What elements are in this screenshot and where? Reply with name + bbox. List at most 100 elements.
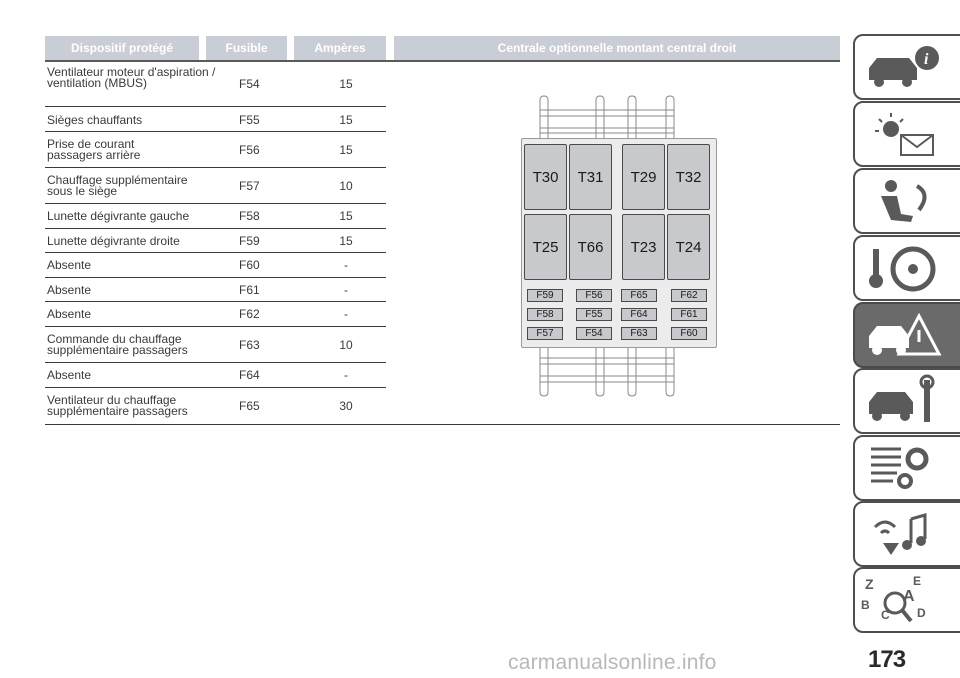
fuse-cell: F58 <box>239 209 260 223</box>
tab-multimedia[interactable] <box>853 501 960 567</box>
table-bottom-rule <box>45 424 840 425</box>
row-divider <box>45 252 386 253</box>
device-cell: Sièges chauffants <box>47 113 143 127</box>
car-info-icon: i <box>869 46 939 87</box>
relay-label: T24 <box>675 238 702 256</box>
warning-lights-icon <box>875 113 934 156</box>
fuse-cell: F60 <box>239 258 260 272</box>
fuse-cell: F57 <box>239 179 260 193</box>
car-maintenance-icon <box>869 374 935 422</box>
header-panel-text: Centrale optionnelle montant central dro… <box>497 41 737 55</box>
tab-seat-airbag[interactable] <box>853 168 960 234</box>
relay-t23: T23 <box>622 214 665 280</box>
fuse-f57: F57 <box>527 327 563 340</box>
amps-cell: - <box>344 307 348 321</box>
fuse-cell: F61 <box>239 283 260 297</box>
relay-t32: T32 <box>667 144 710 210</box>
relay-label: T29 <box>630 168 657 186</box>
relay-t66: T66 <box>569 214 612 280</box>
fuse-cell: F54 <box>239 77 260 91</box>
header-device-text: Dispositif protégé <box>70 41 173 55</box>
relay-label: T25 <box>532 238 559 256</box>
tab-breakdown[interactable] <box>853 302 960 368</box>
seat-airbag-icon <box>881 180 927 222</box>
fuse-cell: F55 <box>239 113 260 127</box>
relay-label: T66 <box>577 238 604 256</box>
fuse-cell: F63 <box>239 338 260 352</box>
row-divider <box>45 326 386 327</box>
device-cell: Commande du chauffage supplémentaire pas… <box>47 332 188 357</box>
row-divider <box>45 228 386 229</box>
page-number: 173 <box>868 646 906 673</box>
row-divider <box>45 387 386 388</box>
tab-steering-key[interactable] <box>853 235 960 301</box>
amps-cell: 10 <box>339 179 353 193</box>
fuse-f60: F60 <box>671 327 707 340</box>
tab-warning-lights[interactable] <box>853 101 960 167</box>
amps-cell: 10 <box>339 338 353 352</box>
row-divider <box>45 362 386 363</box>
fuse-box-diagram: T30 T31 T29 T32 T25 T66 T23 T24 F59 F56 … <box>500 92 730 402</box>
header-amperes: Ampères <box>294 36 386 60</box>
watermark: carmanualsonline.info <box>508 651 717 674</box>
amps-cell: 15 <box>339 77 353 91</box>
row-divider <box>45 203 386 204</box>
device-cell: Lunette dégivrante droite <box>47 234 180 248</box>
relay-t29: T29 <box>622 144 665 210</box>
row-divider <box>45 301 386 302</box>
relay-t30: T30 <box>524 144 567 210</box>
header-rule <box>45 60 840 62</box>
fuse-f61: F61 <box>671 308 707 321</box>
device-cell: Prise de courant passagers arrière <box>47 137 141 162</box>
svg-text:D: D <box>917 606 926 620</box>
fuse-cell: F65 <box>239 399 260 413</box>
fuse-cell: F56 <box>239 143 260 157</box>
relay-label: T30 <box>532 168 559 186</box>
amps-cell: 30 <box>339 399 353 413</box>
device-cell: Ventilateur du chauffage supplémentaire … <box>47 393 188 418</box>
svg-text:Z: Z <box>865 576 874 592</box>
fuse-f65: F65 <box>621 289 657 302</box>
fuse-cell: F62 <box>239 307 260 321</box>
amps-cell: - <box>344 283 348 297</box>
fuse-f59: F59 <box>527 289 563 302</box>
row-divider <box>45 106 386 107</box>
fuse-f54: F54 <box>576 327 612 340</box>
car-breakdown-icon <box>869 312 942 356</box>
fuse-f64: F64 <box>621 308 657 321</box>
steering-key-icon <box>869 246 936 292</box>
tab-car-info[interactable]: i <box>853 34 960 100</box>
fuse-f55: F55 <box>576 308 612 321</box>
svg-text:E: E <box>913 574 921 588</box>
amps-cell: 15 <box>339 209 353 223</box>
alphabetical-index-icon: Z E B A D C <box>861 574 926 623</box>
amps-cell: 15 <box>339 234 353 248</box>
row-divider <box>45 167 386 168</box>
fuse-f63: F63 <box>621 327 657 340</box>
header-panel: Centrale optionnelle montant central dro… <box>394 36 840 60</box>
amps-cell: 15 <box>339 113 353 127</box>
relay-label: T32 <box>675 168 702 186</box>
device-cell: Absente <box>47 283 92 297</box>
tab-specifications[interactable] <box>853 435 960 501</box>
device-cell: Absente <box>47 307 92 321</box>
svg-text:i: i <box>924 51 929 68</box>
row-divider <box>45 131 386 132</box>
tab-maintenance[interactable] <box>853 368 960 434</box>
row-divider <box>45 277 386 278</box>
header-device: Dispositif protégé <box>45 36 199 60</box>
amps-cell: - <box>344 258 348 272</box>
svg-text:B: B <box>861 598 870 612</box>
fuse-f62: F62 <box>671 289 707 302</box>
tab-alphabetical-index[interactable]: Z E B A D C <box>853 567 960 633</box>
relay-t31: T31 <box>569 144 612 210</box>
fuse-cell: F59 <box>239 234 260 248</box>
header-fuse-text: Fusible <box>225 41 268 55</box>
device-cell: Absente <box>47 258 92 272</box>
device-cell: Ventilateur moteur d'aspiration / ventil… <box>47 65 216 90</box>
header-amperes-text: Ampères <box>314 41 366 55</box>
device-cell: Absente <box>47 368 92 382</box>
header-fuse: Fusible <box>206 36 287 60</box>
table-row: Ventilateur moteur d'aspiration / ventil… <box>45 65 386 103</box>
fuse-f56: F56 <box>576 289 612 302</box>
